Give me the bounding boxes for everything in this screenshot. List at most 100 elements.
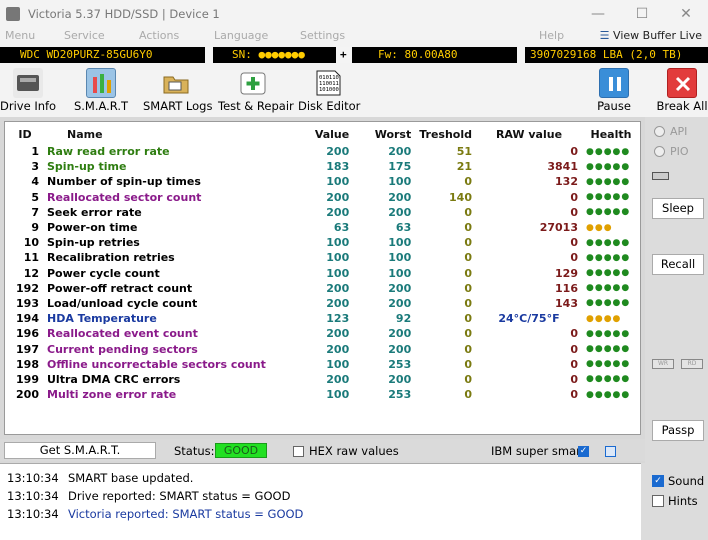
smart-tab-button[interactable]: S.M.A.R.T (71, 63, 131, 117)
attr-threshold: 0 (464, 205, 472, 219)
pause-button[interactable]: Pause (594, 63, 634, 117)
log-line: 13:10:34 Victoria reported: SMART status … (0, 505, 641, 523)
log-time: 13:10:34 (7, 507, 59, 521)
attr-value: 200 (326, 281, 350, 295)
disk-editor-button[interactable]: 010110 110011 101000 Disk Editor (298, 63, 360, 117)
pio-radio[interactable] (654, 146, 665, 157)
attr-raw: 0 (570, 236, 578, 250)
attr-health: ●●●●● (586, 207, 631, 218)
table-row[interactable]: 12 Power cycle count 100 100 0 129 ●●●●● (7, 266, 640, 281)
ibm-super-smart-checkbox[interactable]: ✓ (578, 446, 589, 457)
view-buffer-live[interactable]: ☰ View Buffer Live (600, 29, 702, 42)
menu-item-language[interactable]: Language (214, 29, 268, 42)
table-row[interactable]: 5 Reallocated sector count 200 200 140 0 ●●●●● (7, 190, 640, 205)
menu-item-help[interactable]: Help (539, 29, 564, 42)
attr-worst: 200 (388, 205, 412, 219)
table-row[interactable]: 200 Multi zone error rate 100 253 0 0 ●●●●● (7, 387, 640, 402)
attr-worst: 100 (388, 266, 412, 280)
recall-button[interactable]: Recall (652, 254, 704, 275)
table-row[interactable]: 197 Current pending sectors 200 200 0 0 ●●●●● (7, 341, 640, 356)
attr-name: Multi zone error rate (47, 388, 177, 402)
log-time: 13:10:34 (7, 489, 59, 503)
list-icon: ☰ (599, 29, 610, 42)
attr-id: 7 (31, 205, 39, 219)
table-row[interactable]: 1 Raw read error rate 200 200 51 0 ●●●●● (7, 144, 640, 159)
attr-health: ●●●●● (586, 161, 631, 172)
menu-item-actions[interactable]: Actions (139, 29, 179, 42)
attr-id: 4 (31, 175, 39, 189)
menu-item-menu[interactable]: Menu (5, 29, 35, 42)
table-row[interactable]: 193 Load/unload cycle count 200 200 0 143 ●●●●… (7, 296, 640, 311)
log-panel: 13:10:34 SMART base updated. 13:10:34 Driv… (0, 463, 641, 540)
table-row[interactable]: 9 Power-on time 63 63 0 27013 ●●● (7, 220, 640, 235)
table-row[interactable]: 192 Power-off retract count 200 200 0 116 ●●●●… (7, 281, 640, 296)
plus-button[interactable]: + (340, 48, 347, 61)
attr-value: 200 (326, 205, 350, 219)
attr-raw: 143 (555, 296, 578, 310)
smart-logs-button[interactable]: SMART Logs (143, 63, 212, 117)
log-line: 13:10:34 Drive reported: SMART status = G… (0, 487, 641, 505)
attr-worst: 63 (395, 221, 412, 235)
attr-raw: 0 (570, 388, 578, 402)
attr-value: 63 (333, 221, 350, 235)
hex-raw-checkbox[interactable] (293, 446, 304, 457)
hints-checkbox[interactable] (652, 495, 664, 507)
sound-checkbox[interactable]: ✓ (652, 475, 664, 487)
hex-raw-label[interactable]: HEX raw values (309, 444, 399, 458)
table-row[interactable]: 11 Recalibration retries 100 100 0 0 ●●●●● (7, 250, 640, 265)
break-all-button[interactable]: Break All (656, 63, 708, 117)
drive-info-button[interactable]: Drive Info (0, 63, 56, 117)
table-row[interactable]: 196 Reallocated event count 200 200 0 0 ●●●●● (7, 326, 640, 341)
table-row[interactable]: 194 HDA Temperature 123 92 0 24°C/75°F ●●●● (7, 311, 640, 326)
close-button[interactable]: ✕ (664, 0, 708, 28)
minimize-button[interactable]: — (576, 0, 620, 28)
wr-indicator: WR (652, 359, 674, 369)
api-radio[interactable] (654, 126, 665, 137)
pause-icon (599, 68, 629, 98)
attr-threshold: 21 (456, 160, 472, 174)
table-row[interactable]: 7 Seek error rate 200 200 0 0 ●●●●● (7, 205, 640, 220)
table-row[interactable]: 3 Spin-up time 183 175 21 3841 ●●●●● (7, 159, 640, 174)
col-threshold[interactable]: Treshold (415, 124, 476, 144)
col-value[interactable]: Value (289, 124, 353, 144)
menu-item-settings[interactable]: Settings (300, 29, 345, 42)
attr-worst: 253 (388, 357, 412, 371)
test-repair-button[interactable]: Test & Repair (218, 63, 294, 117)
menu-item-service[interactable]: Service (64, 29, 105, 42)
maximize-button[interactable]: ☐ (620, 0, 664, 28)
table-row[interactable]: 198 Offline uncorrectable sectors count 10… (7, 357, 640, 372)
col-health[interactable]: Health (582, 124, 640, 144)
attr-id: 5 (31, 190, 39, 204)
table-header-row: ID Name Value Worst Treshold RAW value H… (7, 124, 640, 144)
attr-name: Power-on time (47, 221, 138, 235)
table-row[interactable]: 10 Spin-up retries 100 100 0 0 ●●●●● (7, 235, 640, 250)
attr-name: Load/unload cycle count (47, 296, 198, 310)
sound-label[interactable]: Sound (668, 474, 704, 488)
attr-id: 193 (16, 296, 39, 310)
attr-threshold: 0 (464, 312, 472, 326)
attr-threshold: 0 (464, 221, 472, 235)
attr-worst: 200 (388, 372, 412, 386)
hints-label[interactable]: Hints (668, 494, 698, 508)
passp-button[interactable]: Passp (652, 420, 704, 441)
attr-name: Reallocated event count (47, 327, 198, 341)
attr-threshold: 0 (464, 296, 472, 310)
col-raw[interactable]: RAW value (476, 124, 582, 144)
get-smart-button[interactable]: Get S.M.A.R.T. (4, 442, 156, 459)
attr-health: ●●●●● (586, 252, 631, 263)
col-name[interactable]: Name (43, 124, 289, 144)
attr-health: ●●●●● (586, 283, 631, 294)
col-id[interactable]: ID (7, 124, 43, 144)
attr-id: 194 (16, 312, 39, 326)
sleep-button[interactable]: Sleep (652, 198, 704, 219)
attr-name: Spin-up time (47, 160, 127, 174)
ibm-option-toggle[interactable] (605, 446, 616, 457)
rd-indicator: RD (681, 359, 703, 369)
col-worst[interactable]: Worst (353, 124, 415, 144)
table-row[interactable]: 199 Ultra DMA CRC errors 200 200 0 0 ●●●●● (7, 372, 640, 387)
attr-name: Current pending sectors (47, 342, 198, 356)
attr-health: ●●●● (586, 313, 622, 324)
attr-raw: 0 (570, 327, 578, 341)
table-row[interactable]: 4 Number of spin-up times 100 100 0 132 ●●●●● (7, 174, 640, 189)
attr-worst: 92 (395, 312, 412, 326)
